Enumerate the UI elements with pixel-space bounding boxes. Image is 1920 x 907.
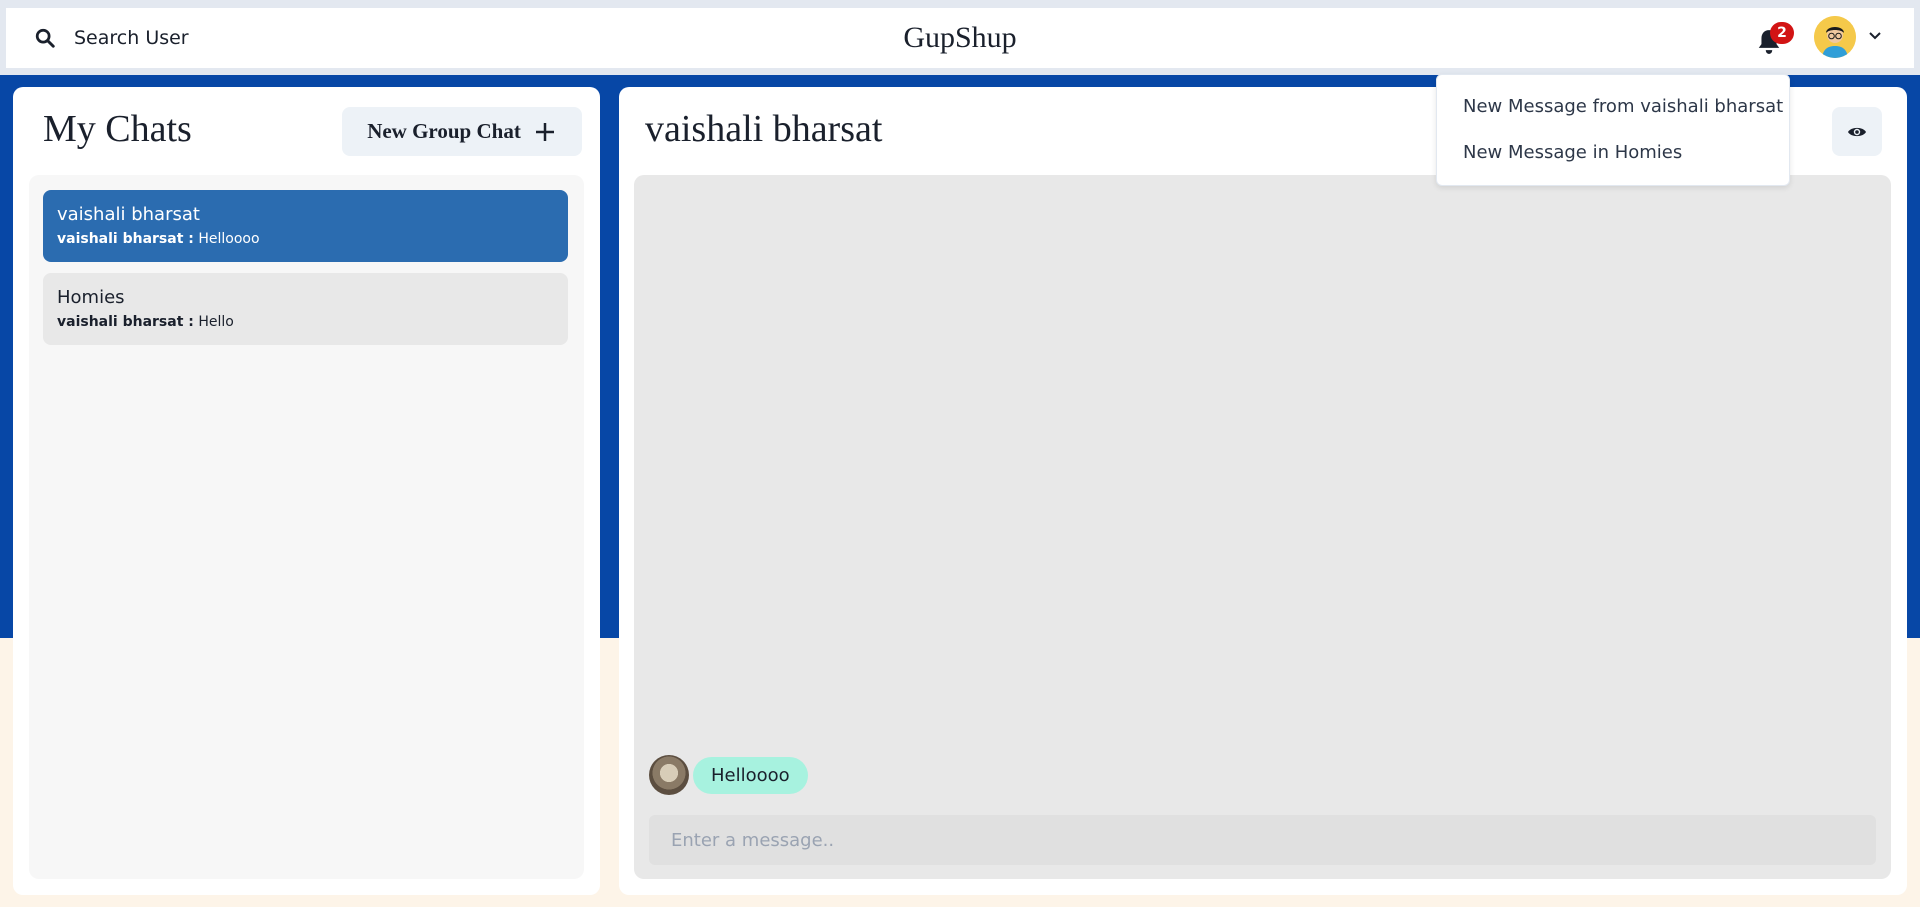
- sender-avatar[interactable]: [649, 755, 689, 795]
- chat-panel: vaishali bharsat Helloooo: [619, 87, 1907, 895]
- profile-menu-button[interactable]: [1814, 16, 1882, 58]
- navbar: Search User GupShup 2: [6, 8, 1914, 68]
- new-group-chat-button[interactable]: New Group Chat: [342, 107, 582, 156]
- eye-icon: [1848, 127, 1866, 136]
- chat-list-item-homies[interactable]: Homies vaishali bharsat : Hello: [43, 273, 568, 345]
- notification-badge: 2: [1770, 22, 1794, 44]
- chat-preview: vaishali bharsat : Helloooo: [57, 230, 554, 248]
- view-profile-button[interactable]: [1832, 107, 1882, 156]
- chat-preview-text: Hello: [193, 314, 234, 330]
- my-chats-title: My Chats: [43, 108, 192, 150]
- chat-preview-sender: vaishali bharsat :: [57, 231, 194, 247]
- chat-preview: vaishali bharsat : Hello: [57, 313, 554, 331]
- chat-name: Homies: [57, 287, 125, 308]
- message-input[interactable]: [649, 815, 1876, 865]
- my-chats-panel: My Chats New Group Chat vaishali bharsat…: [13, 87, 600, 895]
- chat-preview-sender: vaishali bharsat :: [57, 314, 194, 330]
- chevron-down-icon: [1868, 28, 1882, 46]
- app-title: GupShup: [903, 21, 1017, 54]
- message-row: Helloooo: [649, 755, 808, 795]
- chat-list-item-vaishali-bharsat[interactable]: vaishali bharsat vaishali bharsat : Hell…: [43, 190, 568, 262]
- plus-icon: [535, 122, 554, 141]
- notification-button[interactable]: 2: [1754, 22, 1794, 54]
- chat-list: vaishali bharsat vaishali bharsat : Hell…: [29, 175, 584, 879]
- notification-item[interactable]: New Message in Homies: [1437, 133, 1789, 179]
- chat-title: vaishali bharsat: [645, 108, 883, 150]
- notification-item[interactable]: New Message from vaishali bharsat: [1437, 87, 1789, 133]
- messages-area: Helloooo: [634, 175, 1891, 879]
- chat-preview-text: Helloooo: [193, 231, 260, 247]
- new-group-chat-label: New Group Chat: [367, 119, 521, 143]
- notification-dropdown: New Message from vaishali bharsat New Me…: [1436, 74, 1790, 186]
- message-bubble: Helloooo: [693, 756, 808, 794]
- user-avatar: [1814, 16, 1856, 58]
- chat-name: vaishali bharsat: [57, 204, 200, 225]
